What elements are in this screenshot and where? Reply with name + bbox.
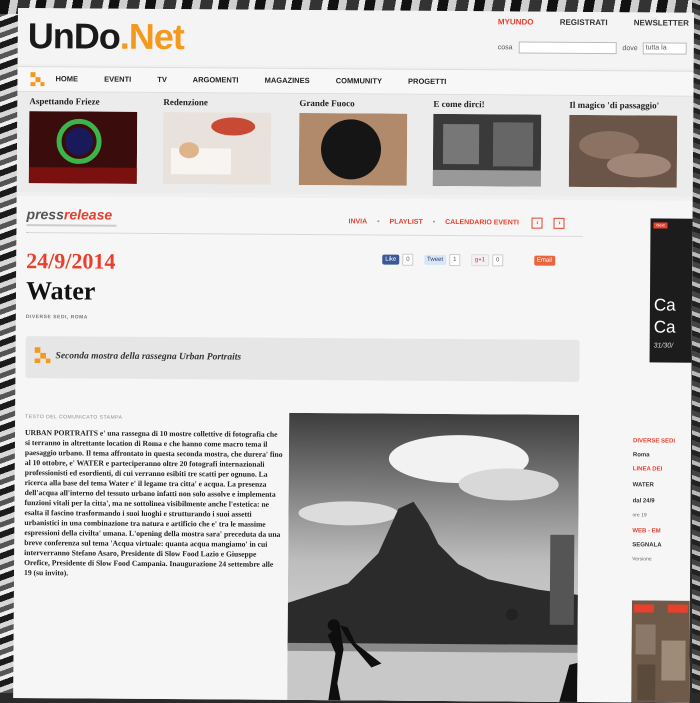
web-page: UnDo.Net MYUNDO REGISTRATI NEWSLETTER co…: [13, 8, 694, 703]
feature-item[interactable]: E come dirci!: [432, 98, 558, 192]
sidebar-line: dal 24/9: [632, 498, 655, 505]
feature-item[interactable]: Redenzione: [162, 97, 288, 190]
feature-image: [28, 111, 138, 184]
feature-title: Aspettando Frieze: [29, 96, 100, 107]
feature-image: [432, 113, 542, 187]
facebook-like-button[interactable]: Like: [382, 254, 400, 265]
sidebar-image[interactable]: [631, 600, 690, 703]
nav-item-progetti[interactable]: PROGETTI: [408, 77, 446, 86]
nav-item-home[interactable]: HOME: [55, 74, 78, 83]
top-link-myundo[interactable]: MYUNDO: [498, 17, 534, 26]
article-title: Water: [25, 276, 96, 306]
top-link-registrati[interactable]: REGISTRATI: [560, 18, 608, 27]
ad-tag: Next: [653, 222, 668, 229]
google-plus-button[interactable]: g+1: [470, 253, 490, 267]
sidebar-line[interactable]: SEGNALA: [632, 542, 661, 548]
divider: [26, 232, 583, 237]
subtitle-box: Seconda mostra della rassegna Urban Port…: [25, 336, 580, 382]
action-playlist[interactable]: PLAYLIST: [390, 219, 423, 226]
article-body: URBAN PORTRAITS e' una rassegna di 10 mo…: [24, 428, 283, 578]
google-plus-count: 0: [492, 254, 504, 267]
feature-image: [162, 112, 272, 185]
divider: •: [377, 218, 380, 226]
undo-logo-icon: [34, 347, 51, 364]
logo-main: UnDo: [27, 15, 120, 57]
article-place: DIVERSE SEDI, ROMA: [25, 314, 88, 321]
search-label: cosa: [497, 44, 513, 52]
feature-title: E come dirci!: [433, 98, 485, 110]
feature-strip: Aspettando Frieze Redenzione Grande Fuoc…: [16, 91, 694, 197]
divider: •: [432, 219, 436, 227]
nav-item-argomenti[interactable]: ARGOMENTI: [193, 75, 239, 84]
action-invia[interactable]: INVIA: [348, 219, 367, 226]
sidebar-heading: DIVERSE SEDI: [632, 438, 676, 445]
top-link-newsletter[interactable]: NEWSLETTER: [634, 18, 689, 27]
feature-title: Il magico 'di passaggio': [569, 99, 660, 111]
site-header: UnDo.Net MYUNDO REGISTRATI NEWSLETTER co…: [17, 8, 694, 69]
ad-banner[interactable]: Next Ca Ca 31/30/: [649, 218, 693, 363]
feature-image: [298, 112, 408, 186]
article-subtitle: Seconda mostra della rassegna Urban Port…: [55, 351, 242, 363]
feature-title: Grande Fuoco: [299, 97, 355, 109]
where-select[interactable]: tutta la: [642, 42, 687, 55]
logo-suffix: .Net: [119, 15, 184, 58]
top-links: MYUNDO REGISTRATI NEWSLETTER: [498, 17, 694, 28]
article-date: 24/9/2014: [26, 248, 116, 274]
right-column: Next Ca Ca 31/30/ DIVERSE SEDI Roma LINE…: [629, 200, 693, 703]
email-button[interactable]: Email: [533, 255, 555, 266]
feature-item[interactable]: Aspettando Frieze: [28, 96, 154, 189]
pressrelease-brand[interactable]: pressrelease: [27, 206, 113, 223]
sidebar-line[interactable]: WEB - EM: [632, 528, 660, 534]
search-row: cosa dove tutta la: [497, 41, 687, 55]
action-calendario[interactable]: CALENDARIO EVENTI: [445, 219, 519, 227]
press-actions: INVIA • PLAYLIST • CALENDARIO EVENTI ‹ ›: [348, 216, 573, 229]
nav-item-magazines[interactable]: MAGAZINES: [265, 76, 310, 85]
undo-logo-icon: [30, 72, 45, 87]
nav-item-community[interactable]: COMMUNITY: [336, 76, 382, 85]
feature-item[interactable]: Il magico 'di passaggio': [568, 99, 694, 193]
prev-arrow-icon[interactable]: ‹: [531, 217, 544, 229]
where-label: dove: [622, 45, 638, 53]
sidebar-line: ore 19: [632, 512, 647, 519]
pressrelease-brand-b: release: [63, 206, 113, 223]
social-buttons: Like 0 Tweet 1 g+1 0 Email: [382, 251, 558, 270]
next-arrow-icon[interactable]: ›: [553, 217, 566, 229]
ad-caption-line: Ca: [653, 295, 676, 315]
press-text-label: TESTO DEL COMUNICATO STAMPA: [25, 414, 123, 421]
ad-caption-line: Ca: [653, 317, 676, 337]
ad-caption: Ca Ca: [654, 294, 676, 338]
article-photo[interactable]: [287, 412, 580, 703]
search-input[interactable]: [518, 41, 617, 55]
nav-items: HOME EVENTI TV ARGOMENTI MAGAZINES COMMU…: [55, 74, 470, 86]
sidebar-line: LINEA DEI: [632, 466, 663, 473]
sidebar-line[interactable]: Versione: [632, 556, 652, 562]
content-area: pressrelease INVIA • PLAYLIST • CALENDAR…: [13, 195, 693, 703]
ad-date: 31/30/: [653, 342, 674, 350]
pressrelease-underline: [26, 224, 117, 227]
site-logo[interactable]: UnDo.Net: [27, 15, 184, 58]
tweet-count: 1: [449, 253, 461, 266]
nav-item-tv[interactable]: TV: [157, 75, 167, 84]
feature-title: Redenzione: [163, 97, 208, 108]
feature-image: [568, 114, 678, 188]
pressrelease-brand-a: press: [26, 206, 64, 223]
sidebar-line: Roma: [632, 452, 650, 459]
facebook-count: 0: [402, 253, 414, 266]
nav-item-eventi[interactable]: EVENTI: [104, 75, 131, 84]
tweet-button[interactable]: Tweet: [424, 254, 447, 265]
feature-item[interactable]: Grande Fuoco: [298, 97, 424, 191]
sidebar-line: WATER: [632, 482, 654, 489]
